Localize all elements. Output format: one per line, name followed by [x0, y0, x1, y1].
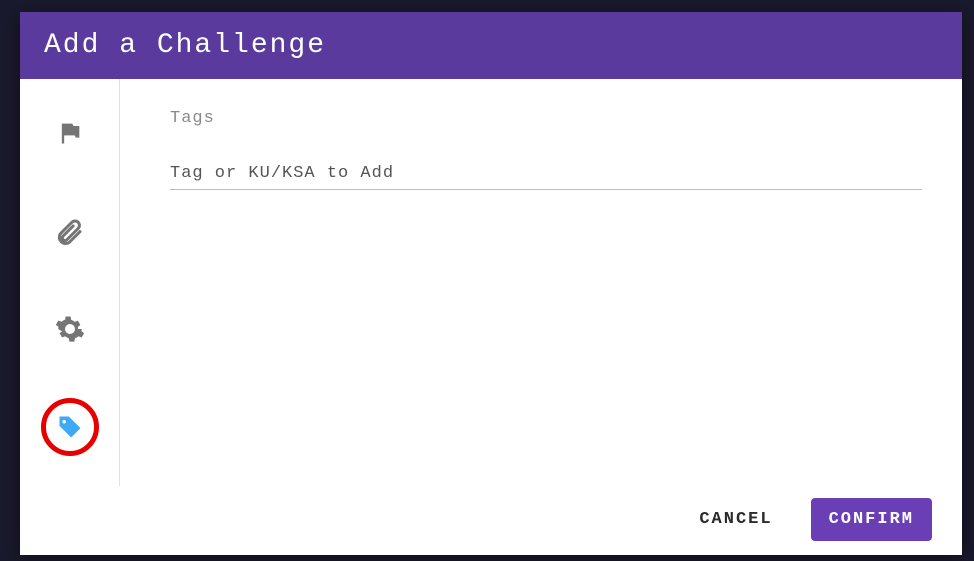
tag-input[interactable] — [170, 158, 922, 190]
section-label-tags: Tags — [170, 109, 922, 128]
dialog-title: Add a Challenge — [44, 30, 326, 61]
sidebar — [20, 79, 120, 486]
flag-icon — [56, 119, 84, 147]
sidebar-item-tags[interactable] — [46, 403, 94, 451]
add-challenge-dialog: Add a Challenge — [20, 12, 962, 555]
sidebar-item-attachments[interactable] — [46, 207, 94, 255]
sidebar-item-settings[interactable] — [46, 305, 94, 353]
dialog-body: Tags — [20, 79, 962, 486]
gear-icon — [55, 314, 85, 344]
sidebar-item-challenge[interactable] — [46, 109, 94, 157]
tag-icon — [56, 413, 84, 441]
paperclip-icon — [55, 216, 85, 246]
content-panel: Tags — [120, 79, 962, 486]
cancel-button[interactable]: CANCEL — [681, 498, 790, 541]
dialog-header: Add a Challenge — [20, 12, 962, 79]
dialog-footer: CANCEL CONFIRM — [20, 486, 962, 555]
confirm-button[interactable]: CONFIRM — [811, 498, 932, 541]
